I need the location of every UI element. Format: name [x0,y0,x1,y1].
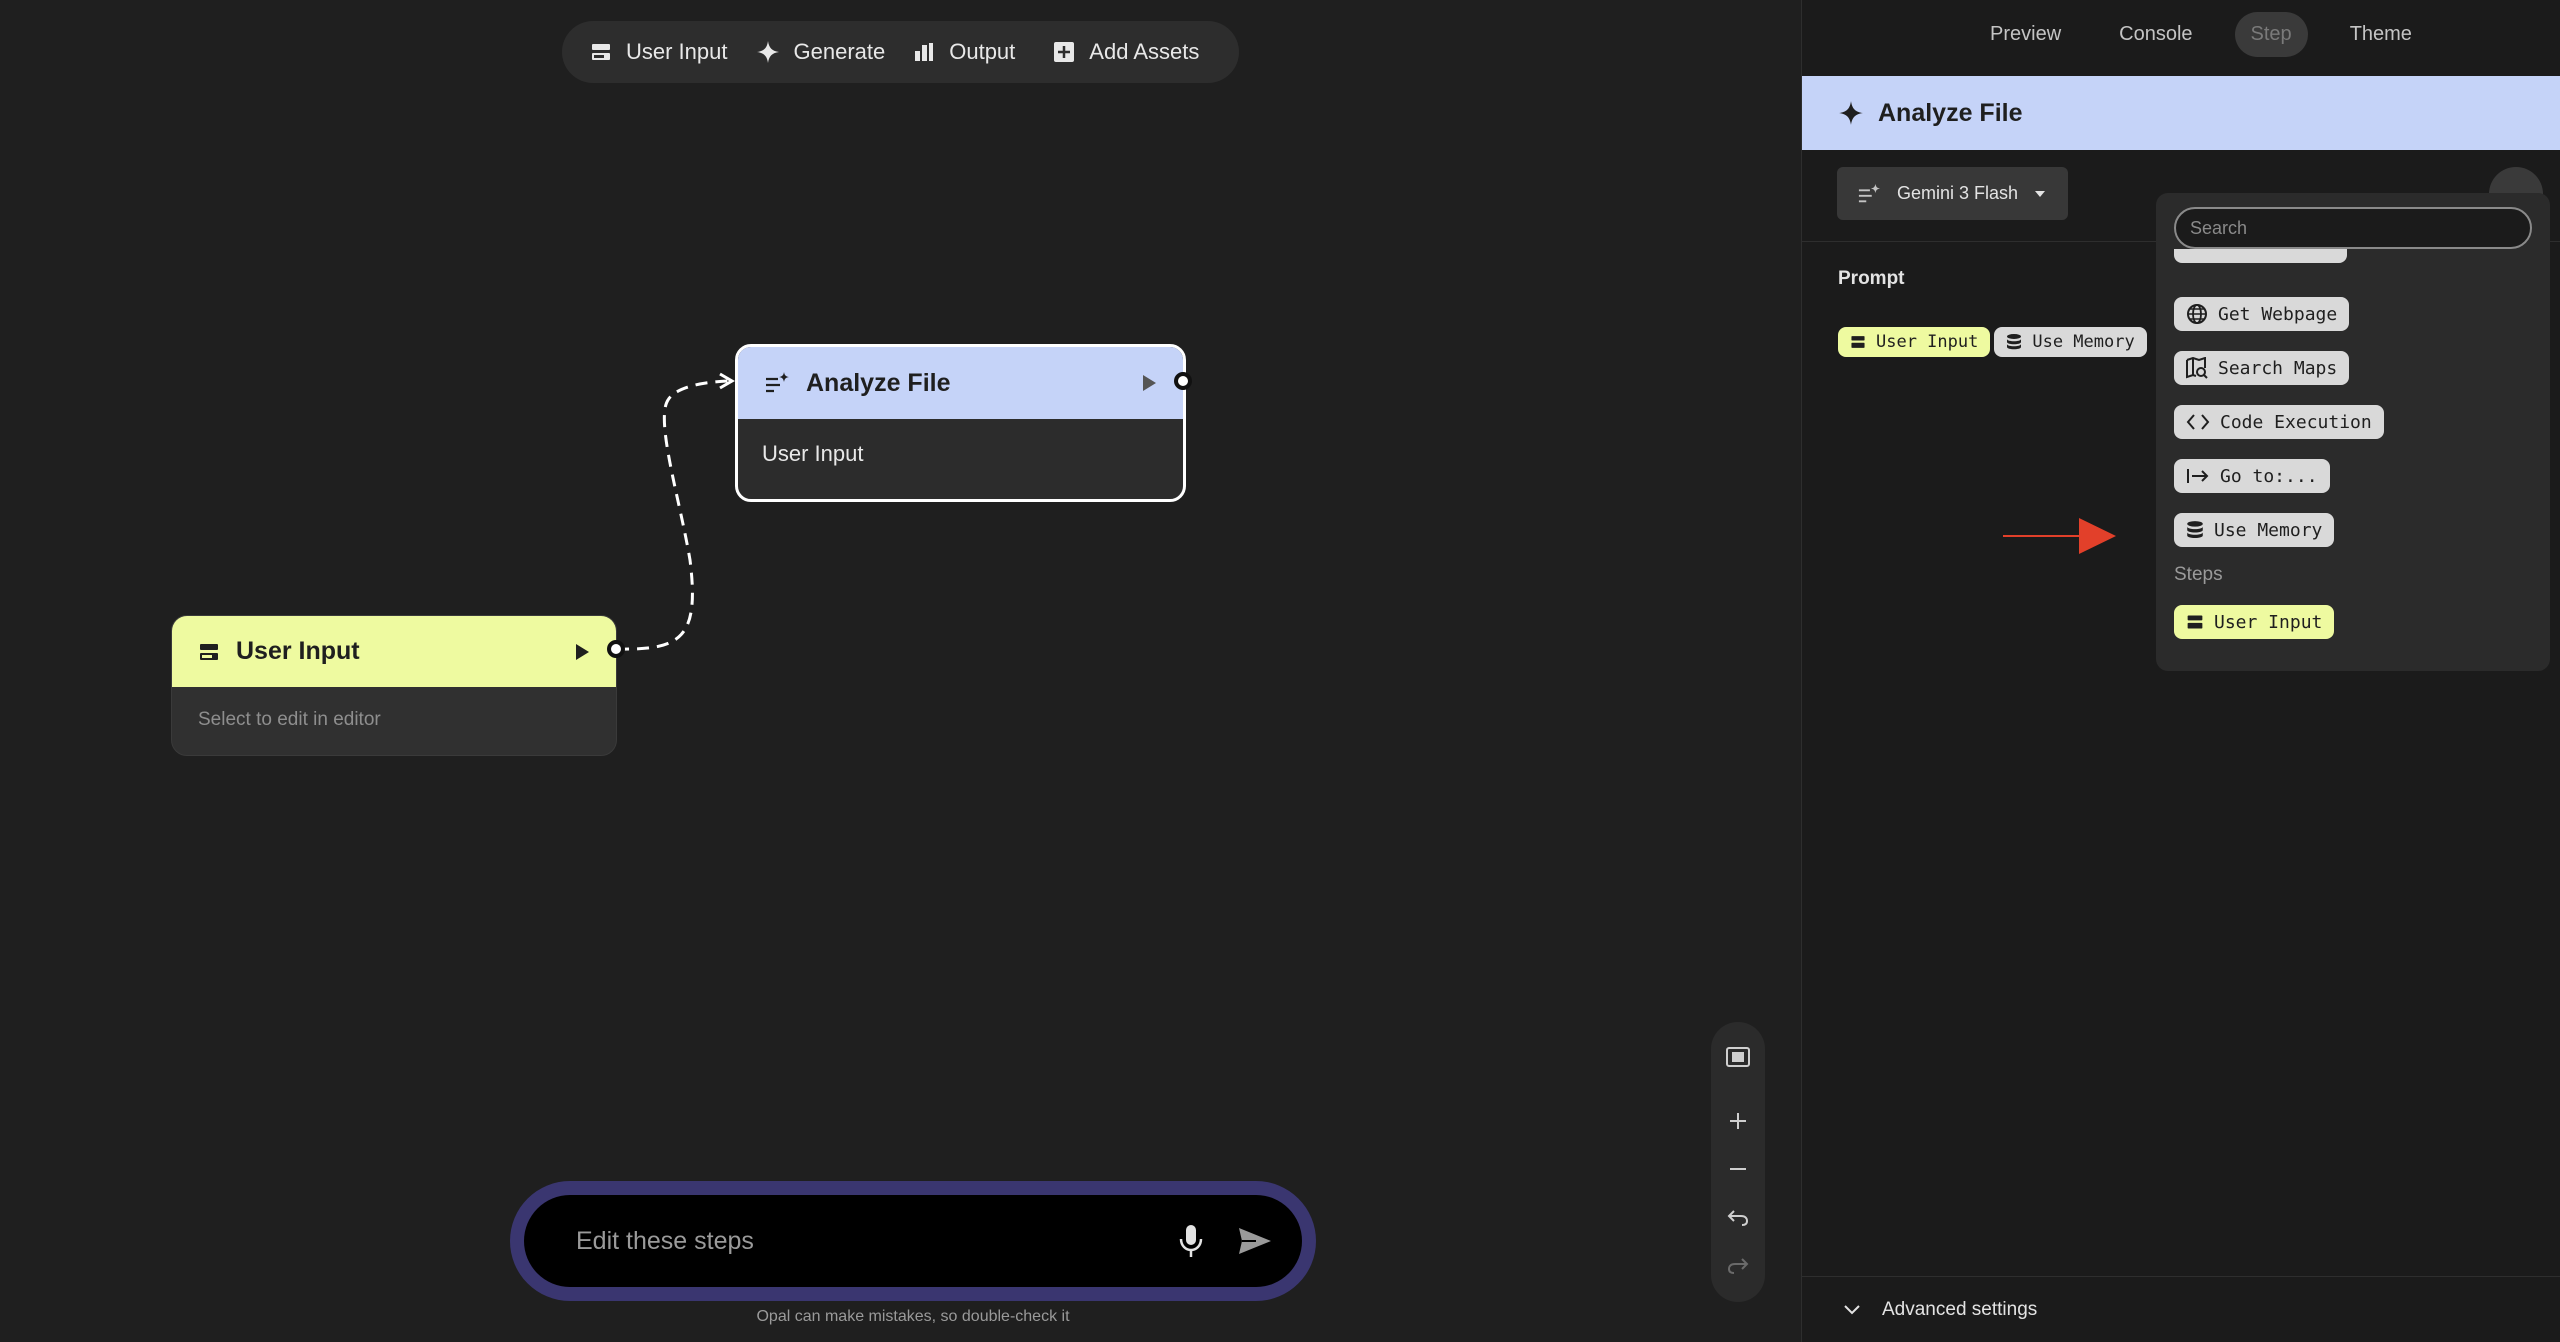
user-input-icon [592,44,610,60]
tool-picker-dropdown: Get Webpage Search Maps Code Execution G… [2156,193,2550,671]
tool-search-maps[interactable]: Search Maps [2174,351,2350,385]
analyze-file-node[interactable]: Analyze File User Input [735,344,1186,502]
tool-code-execution-label: Code Execution [2220,411,2372,433]
step-header: Analyze File [1802,76,2560,150]
microphone-icon[interactable] [1178,1224,1204,1258]
tab-preview[interactable]: Preview [1974,12,2077,57]
undo-icon[interactable] [1725,1204,1751,1230]
toolbar-generate-label: Generate [793,39,886,64]
add-box-icon [1054,42,1075,62]
prompt-chip-user-input-label: User Input [1876,332,1979,352]
toolbar-output-button[interactable]: Output [913,39,1015,65]
tool-code-execution[interactable]: Code Execution [2174,405,2384,439]
play-icon[interactable] [1141,374,1157,392]
toolbar-generate-button[interactable]: Generate [756,39,886,65]
toolbar-user-input-label: User Input [626,39,728,64]
disclaimer-text: Opal can make mistakes, so double-check … [756,1308,1070,1325]
advanced-settings-label: Advanced settings [1882,1298,2038,1320]
toolbar-user-input-button[interactable]: User Input [590,39,728,65]
sparkle-icon [1839,101,1863,125]
top-toolbar: User Input Generate Output Add Assets [562,21,1239,83]
toolbar-output-label: Output [949,39,1016,64]
user-input-node-title: User Input [236,637,360,665]
steps-section-label: Steps [2174,564,2223,585]
database-icon [2187,521,2203,539]
annotation-arrow [2003,518,2116,554]
chevron-down-icon [1844,1304,1860,1314]
play-icon[interactable] [574,643,590,661]
edit-steps-input[interactable] [576,1226,1178,1256]
fit-view-icon[interactable] [1725,1044,1751,1070]
step-title: Analyze File [1878,98,2023,127]
toolbar-add-assets-button[interactable]: Add Assets [1053,39,1199,65]
go-to-arrow-icon [2187,469,2209,483]
analyze-file-node-title: Analyze File [806,368,951,397]
generate-step-icon [1858,183,1880,202]
canvas[interactable]: User Input Generate Output Add Assets Us… [0,0,1801,1342]
tool-go-to-label: Go to:... [2220,465,2318,487]
tab-console[interactable]: Console [2103,12,2208,57]
globe-icon [2187,304,2207,324]
user-input-icon [1851,336,1865,348]
model-selector[interactable]: Gemini 3 Flash [1837,167,2068,220]
user-input-icon [2187,615,2203,629]
tab-step[interactable]: Step [2234,11,2308,57]
send-icon[interactable] [1238,1227,1272,1255]
analyze-file-output-port[interactable] [1174,372,1192,390]
user-input-node[interactable]: User Input Select to edit in editor [171,615,617,756]
prompt-chip-use-memory-label: Use Memory [2032,332,2135,352]
edit-steps-composer-inner [524,1195,1302,1287]
tool-use-memory-label: Use Memory [2214,519,2323,541]
generate-step-icon [766,372,789,393]
user-input-node-header[interactable]: User Input [172,616,616,687]
sparkle-icon [756,41,779,63]
output-icon [915,43,934,61]
toolbar-add-assets-label: Add Assets [1089,39,1200,64]
model-label: Gemini 3 Flash [1897,183,2019,203]
prompt-editor[interactable]: User Input Use Memory [1838,327,2147,357]
database-icon [2007,334,2022,350]
user-input-icon [200,643,218,660]
panel-tabs: Preview Console Step Theme [1802,0,2560,68]
user-input-node-body: Select to edit in editor [198,709,381,730]
caret-down-icon [2035,190,2046,197]
map-search-icon [2186,357,2208,379]
tool-get-webpage-label: Get Webpage [2218,303,2338,325]
analyze-file-node-body: User Input [762,441,864,466]
step-user-input[interactable]: User Input [2174,605,2335,639]
prompt-label: Prompt [1838,268,1905,289]
step-user-input-label: User Input [2214,611,2323,633]
zoom-in-icon[interactable] [1725,1108,1751,1134]
tool-use-memory[interactable]: Use Memory [2174,513,2335,547]
edit-steps-composer [510,1181,1316,1301]
partially-hidden-tool-chip[interactable] [2174,249,2347,263]
tool-go-to[interactable]: Go to:... [2174,459,2330,493]
code-icon [2186,414,2210,430]
tool-search-input[interactable] [2174,207,2532,249]
tab-theme[interactable]: Theme [2334,12,2428,57]
user-input-output-port[interactable] [607,640,625,658]
redo-icon[interactable] [1725,1252,1751,1278]
tool-get-webpage[interactable]: Get Webpage [2174,297,2350,331]
analyze-file-node-header[interactable]: Analyze File [738,347,1183,419]
zoom-out-icon[interactable] [1725,1156,1751,1182]
prompt-chip-use-memory[interactable]: Use Memory [1994,327,2147,357]
tool-search-maps-label: Search Maps [2218,357,2338,379]
prompt-chip-user-input[interactable]: User Input [1838,327,1991,357]
zoom-controls [1711,1022,1765,1302]
advanced-settings-toggle[interactable]: Advanced settings [1802,1276,2560,1342]
